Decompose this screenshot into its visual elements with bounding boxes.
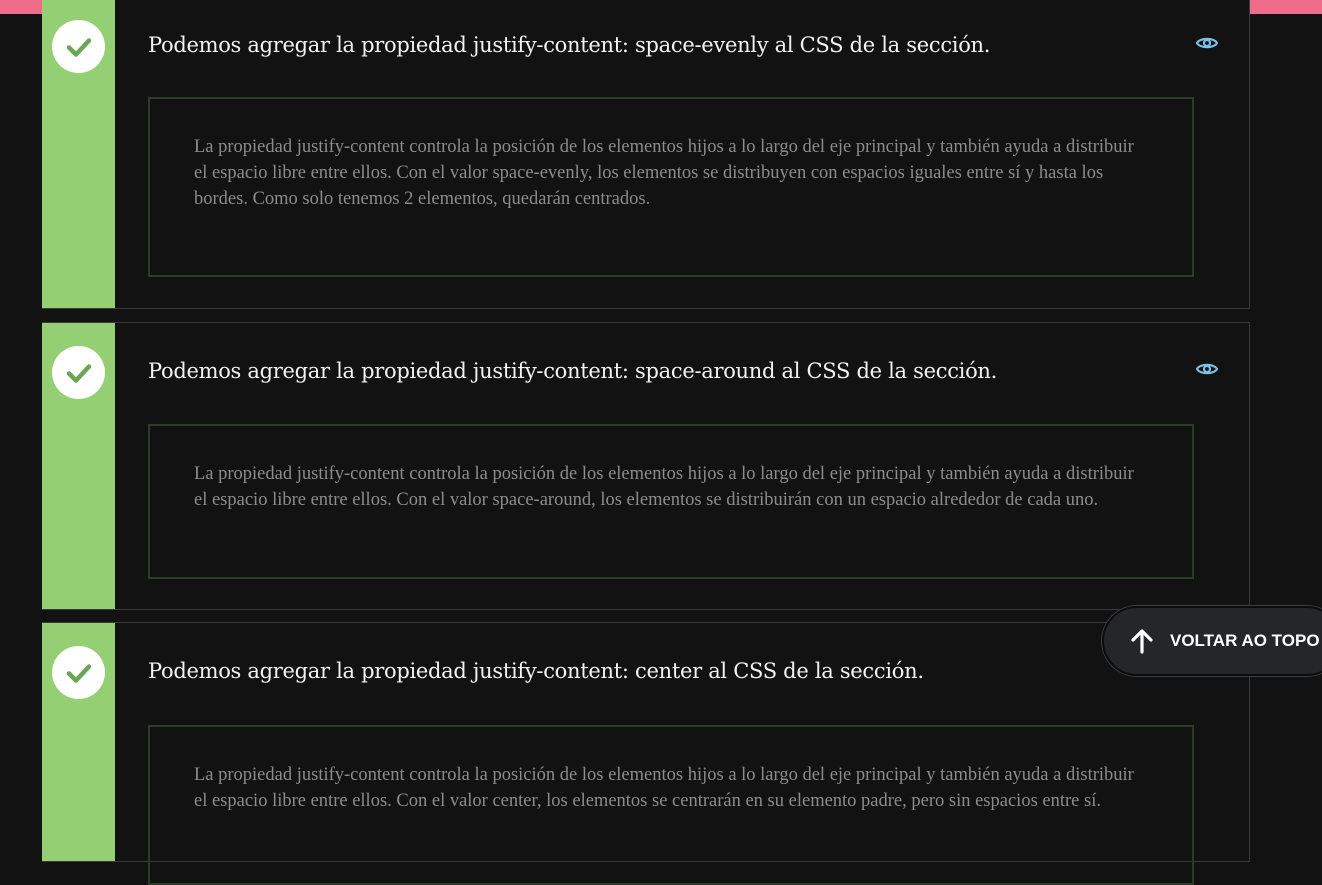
answer-text: Podemos agregar la propiedad justify-con… xyxy=(148,359,998,383)
eye-icon[interactable] xyxy=(1195,31,1219,55)
back-to-top-button[interactable]: VOLTAR AO TOPO xyxy=(1102,606,1322,676)
answer-text: Podemos agregar la propiedad justify-con… xyxy=(148,33,991,57)
back-to-top-label: VOLTAR AO TOPO xyxy=(1170,631,1320,650)
eye-icon[interactable] xyxy=(1195,357,1219,381)
answer-text: Podemos agregar la propiedad justify-con… xyxy=(148,659,924,683)
explanation-box: La propiedad justify-content controla la… xyxy=(148,97,1194,277)
answer-card: Podemos agregar la propiedad justify-con… xyxy=(42,0,1250,309)
arrow-up-icon xyxy=(1131,629,1153,654)
explanation-box: La propiedad justify-content controla la… xyxy=(148,424,1194,579)
explanation-box: La propiedad justify-content controla la… xyxy=(148,725,1194,885)
check-icon xyxy=(52,20,105,73)
check-icon xyxy=(52,646,105,699)
answer-card: Podemos agregar la propiedad justify-con… xyxy=(42,322,1250,610)
answer-card: Podemos agregar la propiedad justify-con… xyxy=(42,622,1250,885)
check-icon xyxy=(52,346,105,399)
